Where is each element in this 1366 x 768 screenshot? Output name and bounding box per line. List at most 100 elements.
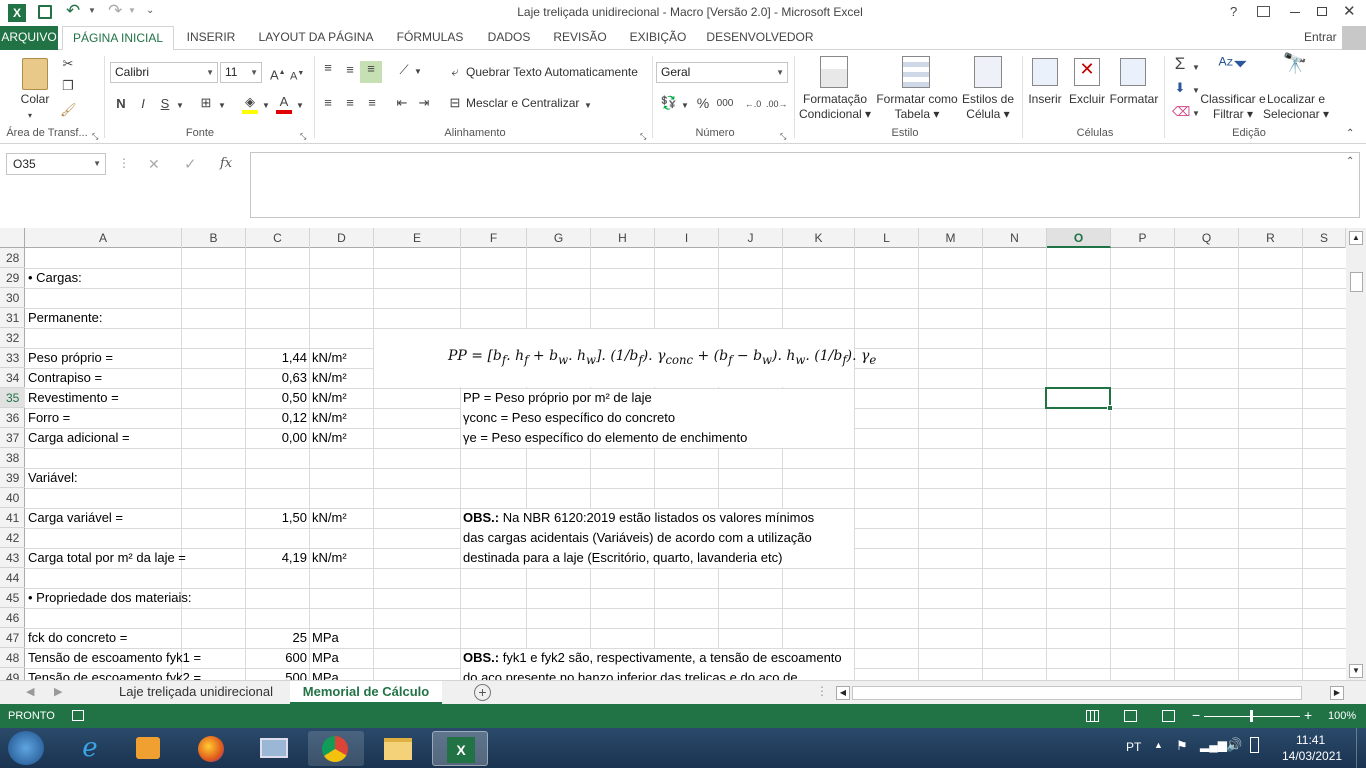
cut-icon[interactable]: ✂ [60, 56, 76, 72]
row-header[interactable]: 47 [0, 628, 25, 648]
fill-color-dropdown-icon[interactable]: ▼ [262, 98, 270, 114]
cancel-entry-icon[interactable]: ✕ [148, 156, 160, 173]
tab-data[interactable]: DADOS [480, 26, 538, 50]
restore-button[interactable] [1317, 7, 1327, 16]
hscroll-left-icon[interactable]: ◀ [836, 686, 850, 700]
col-header-p[interactable]: P [1111, 228, 1175, 248]
cell-d49[interactable]: MPa [312, 668, 339, 680]
cell-c47[interactable]: 25 [246, 628, 307, 648]
number-format-combo[interactable]: Geral ▼ [656, 62, 788, 83]
delete-cells-icon[interactable]: ✕ [1074, 58, 1100, 86]
wrap-text-icon[interactable]: ⤶ [448, 64, 462, 80]
font-color-dropdown-icon[interactable]: ▼ [296, 98, 304, 114]
borders-icon[interactable]: ⊞ [198, 95, 214, 111]
percent-button[interactable]: % [696, 95, 710, 111]
underline-dropdown-icon[interactable]: ▼ [176, 98, 184, 114]
insert-function-button[interactable]: fx [220, 156, 232, 171]
col-header-m[interactable]: M [919, 228, 983, 248]
cell-a49[interactable]: Tensão de escoamento fyk2 = [28, 668, 201, 680]
insert-cells-icon[interactable] [1032, 58, 1058, 86]
col-header-g[interactable]: G [527, 228, 591, 248]
row-header[interactable]: 48 [0, 648, 25, 668]
clipboard-launcher-icon[interactable]: ⤡ [92, 129, 98, 145]
taskbar-explorer-icon[interactable] [370, 731, 426, 766]
autosum-icon[interactable]: Σ [1172, 55, 1188, 72]
horizontal-scrollbar[interactable] [852, 686, 1302, 700]
worksheet-grid[interactable]: A B C D E F G H I J K L M N O P Q R S 28… [0, 228, 1366, 680]
save-icon[interactable] [38, 5, 52, 19]
page-break-view-icon[interactable] [1162, 710, 1175, 722]
redo-icon[interactable]: ↷ [108, 1, 122, 21]
cell-a41[interactable]: Carga variável = [28, 508, 123, 528]
format-painter-icon[interactable]: 🖌 [60, 102, 77, 118]
minimize-button[interactable] [1290, 12, 1300, 13]
fill-dropdown-icon[interactable]: ▼ [1192, 83, 1200, 99]
increase-font-icon[interactable]: A▲ [270, 65, 286, 83]
note-obs-live-load[interactable]: OBS.: Na NBR 6120:2019 estão listados os… [463, 508, 814, 528]
wrap-text-button[interactable]: Quebrar Texto Automaticamente [466, 65, 638, 79]
note-obs-steel-2[interactable]: do aço presente no banzo inferior das tr… [463, 668, 798, 680]
scroll-up-icon[interactable]: ▲ [1349, 231, 1363, 245]
name-box[interactable]: O35 ▼ [6, 153, 106, 175]
format-as-table-button[interactable]: Formatar como Tabela ▾ [872, 92, 962, 122]
row-header[interactable]: 38 [0, 448, 25, 468]
insert-cells-button[interactable]: Inserir [1024, 92, 1066, 107]
currency-dropdown-icon[interactable]: ▼ [681, 98, 689, 114]
undo-icon[interactable]: ↶ [66, 1, 80, 21]
customize-qat-icon[interactable]: ⌄ [146, 5, 154, 16]
note-obs-steel[interactable]: OBS.: fyk1 e fyk2 são, respectivamente, … [463, 648, 842, 668]
format-cells-icon[interactable] [1120, 58, 1146, 86]
taskbar-chrome-icon[interactable] [308, 731, 364, 766]
cell-d33[interactable]: kN/m² [312, 348, 347, 368]
collapse-ribbon-icon[interactable]: ⌃ [1346, 126, 1354, 142]
font-name-combo[interactable]: Calibri ▼ [110, 62, 218, 83]
scroll-thumb[interactable] [1350, 272, 1363, 292]
col-header-b[interactable]: B [182, 228, 246, 248]
tabs-splitter-icon[interactable]: ⋮ [816, 684, 828, 698]
tray-expand-icon[interactable]: ▲ [1154, 740, 1163, 750]
cell-a36[interactable]: Forro = [28, 408, 70, 428]
redo-dropdown-icon[interactable]: ▼ [128, 6, 136, 15]
find-select-button[interactable]: Localizar e Selecionar ▾ [1262, 92, 1330, 122]
currency-icon[interactable]: 💱 [660, 95, 678, 111]
cell-d47[interactable]: MPa [312, 628, 339, 648]
cell-a48[interactable]: Tensão de escoamento fyk1 = [28, 648, 201, 668]
increase-indent-icon[interactable]: ⇥ [416, 95, 432, 111]
row-header[interactable]: 36 [0, 408, 25, 428]
col-header-a[interactable]: A [25, 228, 182, 248]
conditional-format-icon[interactable] [820, 56, 848, 88]
sort-filter-icon[interactable]: ᴬᶻ⏷ [1216, 55, 1250, 86]
merge-center-icon[interactable]: ⊟ [448, 95, 462, 111]
cell-c36[interactable]: 0,12 [246, 408, 307, 428]
alignment-launcher-icon[interactable]: ⤡ [640, 129, 646, 145]
cell-c49[interactable]: 500 [246, 668, 307, 680]
tab-page-layout[interactable]: LAYOUT DA PÁGINA [250, 26, 382, 50]
row-header[interactable]: 33 [0, 348, 25, 368]
clock-date[interactable]: 14/03/2021 [1282, 749, 1342, 763]
conditional-format-button[interactable]: Formatação Condicional ▾ [796, 92, 874, 122]
tray-signal-icon[interactable]: ▂▄▆ [1200, 738, 1227, 752]
cell-a43[interactable]: Carga total por m² da laje = [28, 548, 186, 568]
selected-cell-o35[interactable] [1045, 387, 1111, 409]
dead-load-equation-image[interactable]: PP = [bf. hf + bw. hw]. (1/bf). γconc + … [448, 332, 876, 380]
col-header-k[interactable]: K [783, 228, 855, 248]
help-button[interactable]: ? [1230, 4, 1237, 19]
tab-view[interactable]: EXIBIÇÃO [622, 26, 694, 50]
clock-time[interactable]: 11:41 [1296, 733, 1325, 747]
cell-c43[interactable]: 4,19 [246, 548, 307, 568]
cell-d41[interactable]: kN/m² [312, 508, 347, 528]
cell-a35[interactable]: Revestimento = [28, 388, 119, 408]
paste-dropdown-icon[interactable]: ▾ [28, 108, 32, 124]
cell-a47[interactable]: fck do concreto = [28, 628, 127, 648]
cell-c33[interactable]: 1,44 [246, 348, 307, 368]
col-header-r[interactable]: R [1239, 228, 1303, 248]
italic-button[interactable]: I [136, 96, 150, 112]
cell-a29[interactable]: • Cargas: [28, 268, 82, 288]
input-language[interactable]: PT [1126, 740, 1141, 754]
cell-c41[interactable]: 1,50 [246, 508, 307, 528]
fill-icon[interactable]: ⬇ [1172, 80, 1188, 96]
format-cells-button[interactable]: Formatar [1108, 92, 1160, 107]
row-header[interactable]: 45 [0, 588, 25, 608]
clear-icon[interactable]: ⌫ [1172, 104, 1190, 120]
note-obs-live-load-2[interactable]: das cargas acidentais (Variáveis) de aco… [463, 528, 812, 548]
